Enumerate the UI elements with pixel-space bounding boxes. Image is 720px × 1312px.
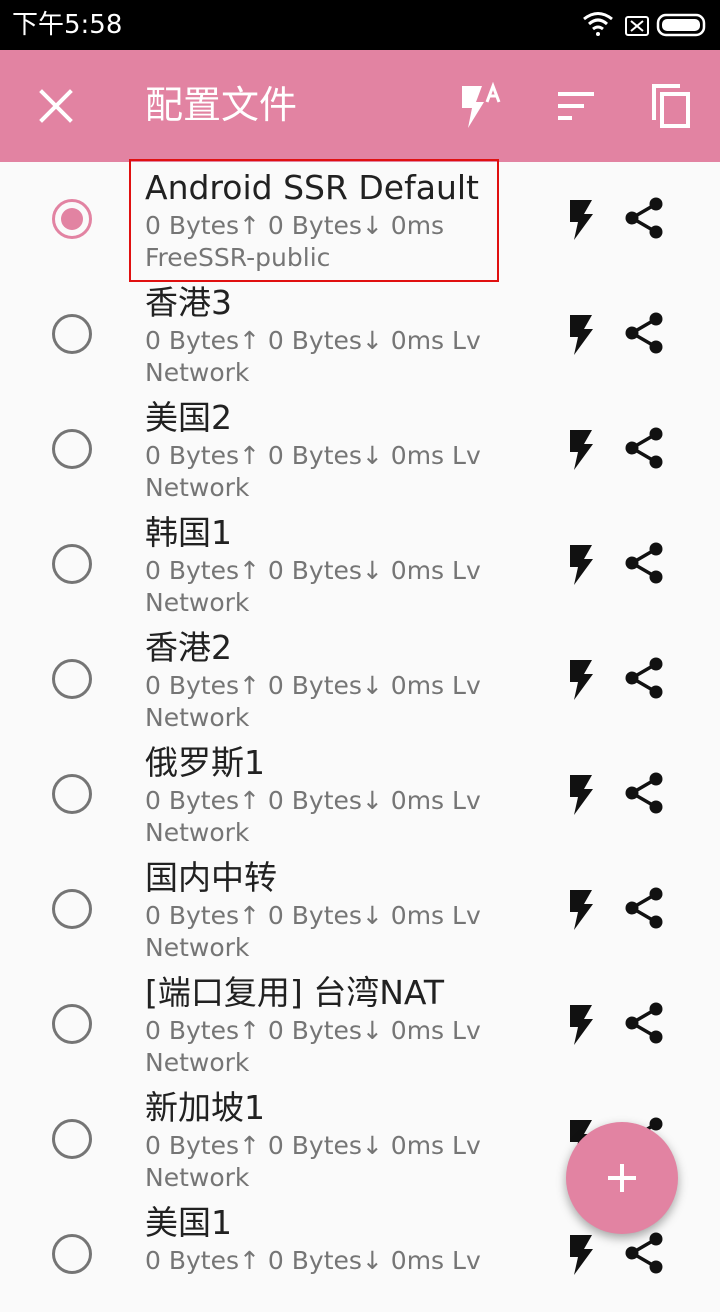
profile-radio[interactable] [52, 774, 92, 814]
share-button[interactable] [622, 1231, 666, 1275]
share-button[interactable] [622, 311, 666, 355]
profile-row[interactable]: 俄罗斯1 0 Bytes↑ 0 Bytes↓ 0ms Lv Network [0, 737, 720, 852]
profile-radio[interactable] [52, 1004, 92, 1044]
share-icon [625, 427, 663, 469]
flash-icon [570, 545, 593, 585]
flash-icon [570, 430, 593, 470]
test-latency-button[interactable] [566, 658, 596, 702]
app-bar: 配置文件 [0, 50, 720, 162]
profile-group: Network [145, 588, 250, 617]
profile-row[interactable]: [端口复用] 台湾NAT 0 Bytes↑ 0 Bytes↓ 0ms Lv Ne… [0, 967, 720, 1082]
profile-row[interactable]: 韩国1 0 Bytes↑ 0 Bytes↓ 0ms Lv Network [0, 507, 720, 622]
flash-icon [570, 890, 593, 930]
test-latency-button[interactable] [566, 1003, 596, 1047]
auto-test-button[interactable] [456, 80, 508, 132]
profile-stats: 0 Bytes↑ 0 Bytes↓ 0ms Lv [145, 1246, 481, 1275]
profile-name: 香港2 [145, 628, 232, 667]
test-latency-button[interactable] [566, 543, 596, 587]
profile-stats: 0 Bytes↑ 0 Bytes↓ 0ms Lv [145, 441, 481, 470]
test-latency-button[interactable] [566, 428, 596, 472]
share-icon [625, 657, 663, 699]
share-button[interactable] [622, 886, 666, 930]
status-time: 下午5:58 [12, 10, 123, 40]
profile-radio[interactable] [52, 1234, 92, 1274]
plus-icon [608, 1164, 636, 1192]
profile-group: Network [145, 818, 250, 847]
test-latency-button[interactable] [566, 1233, 596, 1277]
wifi-icon [583, 12, 613, 36]
profile-row[interactable]: 香港3 0 Bytes↑ 0 Bytes↓ 0ms Lv Network [0, 277, 720, 392]
flash-icon [570, 200, 593, 240]
profile-group: Network [145, 473, 250, 502]
close-button[interactable] [36, 86, 76, 126]
flash-icon [570, 1235, 593, 1275]
profile-radio[interactable] [52, 429, 92, 469]
profile-stats: 0 Bytes↑ 0 Bytes↓ 0ms Lv [145, 556, 481, 585]
profile-name: 新加坡1 [145, 1088, 265, 1127]
flash-icon [570, 1005, 593, 1045]
share-button[interactable] [622, 1001, 666, 1045]
copy-button[interactable] [646, 80, 698, 132]
highlight-box [129, 159, 499, 282]
profile-radio[interactable] [52, 199, 92, 239]
flash-icon [570, 775, 593, 815]
profile-stats: 0 Bytes↑ 0 Bytes↓ 0ms Lv [145, 326, 481, 355]
add-profile-button[interactable] [566, 1122, 678, 1234]
profile-group: Network [145, 703, 250, 732]
profile-stats: 0 Bytes↑ 0 Bytes↓ 0ms Lv [145, 786, 481, 815]
status-icons [580, 10, 710, 40]
profile-name: 俄罗斯1 [145, 743, 265, 782]
sort-button[interactable] [552, 80, 604, 132]
share-icon [625, 887, 663, 929]
flash-icon [570, 315, 593, 355]
share-icon [625, 312, 663, 354]
test-latency-button[interactable] [566, 198, 596, 242]
profile-row[interactable]: 国内中转 0 Bytes↑ 0 Bytes↓ 0ms Lv Network [0, 852, 720, 967]
share-button[interactable] [622, 656, 666, 700]
share-button[interactable] [622, 541, 666, 585]
profile-group: Network [145, 358, 250, 387]
test-latency-button[interactable] [566, 773, 596, 817]
profile-radio[interactable] [52, 314, 92, 354]
share-icon [625, 197, 663, 239]
battery-icon [656, 13, 706, 37]
profile-radio[interactable] [52, 889, 92, 929]
flash-icon [570, 660, 593, 700]
profile-row[interactable]: 香港2 0 Bytes↑ 0 Bytes↓ 0ms Lv Network [0, 622, 720, 737]
share-button[interactable] [622, 196, 666, 240]
sim-off-icon [625, 16, 649, 36]
share-icon [625, 1232, 663, 1274]
test-latency-button[interactable] [566, 888, 596, 932]
profile-stats: 0 Bytes↑ 0 Bytes↓ 0ms Lv [145, 671, 481, 700]
close-icon [39, 89, 73, 123]
sort-icon [558, 92, 594, 120]
profile-name: 国内中转 [145, 858, 277, 897]
profile-stats: 0 Bytes↑ 0 Bytes↓ 0ms Lv [145, 901, 481, 930]
profile-stats: 0 Bytes↑ 0 Bytes↓ 0ms Lv [145, 1131, 481, 1160]
share-button[interactable] [622, 426, 666, 470]
profile-group: Network [145, 1163, 250, 1192]
profile-stats: 0 Bytes↑ 0 Bytes↓ 0ms Lv [145, 1016, 481, 1045]
profile-name: [端口复用] 台湾NAT [145, 973, 445, 1012]
profile-name: 韩国1 [145, 513, 232, 552]
profile-name: 香港3 [145, 283, 232, 322]
profile-group: Network [145, 933, 250, 962]
status-bar: 下午5:58 [0, 0, 720, 50]
profile-radio[interactable] [52, 659, 92, 699]
profile-name: 美国2 [145, 398, 232, 437]
profile-radio[interactable] [52, 1119, 92, 1159]
share-icon [625, 1002, 663, 1044]
flash-auto-icon [462, 81, 501, 128]
profile-row[interactable]: 美国2 0 Bytes↑ 0 Bytes↓ 0ms Lv Network [0, 392, 720, 507]
test-latency-button[interactable] [566, 313, 596, 357]
share-icon [625, 542, 663, 584]
profile-radio[interactable] [52, 544, 92, 584]
copy-icon [652, 84, 690, 128]
profile-name: 美国1 [145, 1203, 232, 1242]
profile-group: Network [145, 1048, 250, 1077]
share-icon [625, 772, 663, 814]
page-title: 配置文件 [145, 83, 298, 127]
share-button[interactable] [622, 771, 666, 815]
